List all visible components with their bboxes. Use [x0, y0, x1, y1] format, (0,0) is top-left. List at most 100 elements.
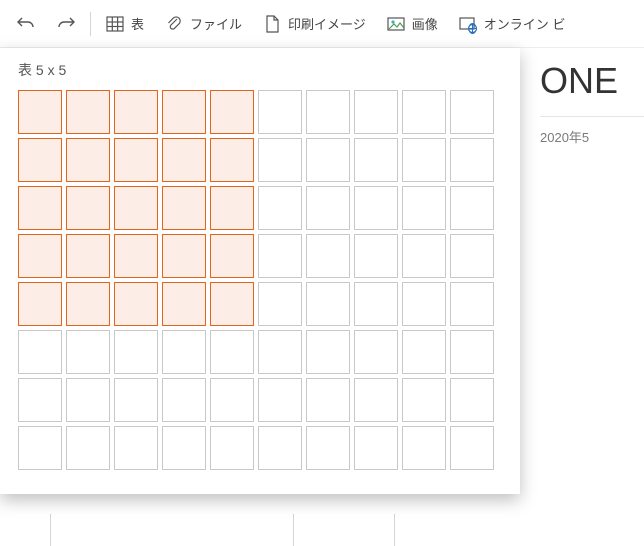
table-grid-cell[interactable]	[162, 138, 206, 182]
table-grid-cell[interactable]	[450, 330, 494, 374]
table-grid-cell[interactable]	[354, 234, 398, 278]
table-grid-cell[interactable]	[450, 138, 494, 182]
table-grid-cell[interactable]	[402, 90, 446, 134]
page-content: ONE 2020年5	[540, 60, 644, 146]
table-grid-cell[interactable]	[114, 234, 158, 278]
table-grid-cell[interactable]	[114, 378, 158, 422]
table-grid-cell[interactable]	[450, 282, 494, 326]
table-grid-cell[interactable]	[18, 186, 62, 230]
table-grid-cell[interactable]	[18, 426, 62, 470]
table-grid-cell[interactable]	[114, 138, 158, 182]
table-grid-cell[interactable]	[450, 234, 494, 278]
file-label: ファイル	[190, 14, 242, 33]
table-grid-cell[interactable]	[210, 90, 254, 134]
online-video-button[interactable]: オンライン ビ	[448, 8, 576, 40]
table-grid-cell[interactable]	[210, 330, 254, 374]
table-grid-cell[interactable]	[450, 186, 494, 230]
table-grid-cell[interactable]	[306, 138, 350, 182]
table-grid-cell[interactable]	[66, 234, 110, 278]
table-grid-cell[interactable]	[66, 90, 110, 134]
table-grid-cell[interactable]	[162, 186, 206, 230]
table-grid-cell[interactable]	[306, 282, 350, 326]
table-size-readout: 表 5 x 5	[0, 48, 520, 90]
table-grid-cell[interactable]	[402, 426, 446, 470]
table-grid-cell[interactable]	[306, 186, 350, 230]
table-grid-cell[interactable]	[114, 90, 158, 134]
table-grid-cell[interactable]	[402, 186, 446, 230]
table-grid-cell[interactable]	[402, 282, 446, 326]
table-grid-cell[interactable]	[402, 234, 446, 278]
table-grid-cell[interactable]	[354, 330, 398, 374]
table-grid-cell[interactable]	[450, 426, 494, 470]
table-grid-cell[interactable]	[114, 186, 158, 230]
table-grid-cell[interactable]	[258, 378, 302, 422]
table-icon	[105, 14, 125, 34]
table-grid-cell[interactable]	[66, 186, 110, 230]
table-grid-cell[interactable]	[258, 138, 302, 182]
table-grid-cell[interactable]	[306, 378, 350, 422]
file-button[interactable]: ファイル	[154, 8, 252, 40]
table-grid-cell[interactable]	[18, 282, 62, 326]
table-grid-cell[interactable]	[354, 90, 398, 134]
table-grid-cell[interactable]	[114, 330, 158, 374]
redo-button[interactable]	[46, 8, 86, 40]
table-grid-cell[interactable]	[210, 234, 254, 278]
table-grid-cell[interactable]	[18, 138, 62, 182]
image-button[interactable]: 画像	[376, 8, 448, 40]
table-grid-cell[interactable]	[258, 330, 302, 374]
table-size-grid[interactable]	[18, 90, 502, 470]
table-grid-cell[interactable]	[114, 282, 158, 326]
table-grid-cell[interactable]	[18, 330, 62, 374]
table-grid-cell[interactable]	[66, 426, 110, 470]
undo-icon	[16, 14, 36, 34]
table-grid-cell[interactable]	[354, 378, 398, 422]
table-grid-cell[interactable]	[66, 378, 110, 422]
table-grid-cell[interactable]	[210, 426, 254, 470]
table-grid-cell[interactable]	[258, 426, 302, 470]
table-grid-cell[interactable]	[258, 90, 302, 134]
table-grid-cell[interactable]	[162, 234, 206, 278]
table-grid-cell[interactable]	[354, 426, 398, 470]
online-video-label: オンライン ビ	[484, 14, 566, 33]
table-grid-cell[interactable]	[66, 282, 110, 326]
image-label: 画像	[412, 14, 438, 33]
page-title[interactable]: ONE	[540, 60, 644, 102]
table-grid-cell[interactable]	[258, 234, 302, 278]
table-grid-cell[interactable]	[306, 90, 350, 134]
table-grid-cell[interactable]	[306, 426, 350, 470]
table-grid-cell[interactable]	[450, 90, 494, 134]
table-grid-cell[interactable]	[18, 378, 62, 422]
table-grid-cell[interactable]	[210, 138, 254, 182]
table-grid-cell[interactable]	[354, 186, 398, 230]
table-grid-cell[interactable]	[450, 378, 494, 422]
print-preview-button[interactable]: 印刷イメージ	[252, 8, 376, 40]
table-grid-cell[interactable]	[306, 330, 350, 374]
table-grid-cell[interactable]	[210, 186, 254, 230]
table-grid-cell[interactable]	[162, 330, 206, 374]
image-icon	[386, 14, 406, 34]
table-grid-cell[interactable]	[258, 186, 302, 230]
table-grid-cell[interactable]	[402, 330, 446, 374]
table-grid-cell[interactable]	[162, 282, 206, 326]
table-grid-cell[interactable]	[210, 282, 254, 326]
table-grid-cell[interactable]	[162, 426, 206, 470]
undo-button[interactable]	[6, 8, 46, 40]
table-grid-cell[interactable]	[18, 234, 62, 278]
table-grid-cell[interactable]	[114, 426, 158, 470]
table-grid-cell[interactable]	[306, 234, 350, 278]
table-label: 表	[131, 14, 144, 33]
table-grid-cell[interactable]	[402, 138, 446, 182]
table-grid-cell[interactable]	[66, 138, 110, 182]
table-grid-cell[interactable]	[354, 138, 398, 182]
table-grid-cell[interactable]	[66, 330, 110, 374]
table-grid-cell[interactable]	[354, 282, 398, 326]
table-grid-cell[interactable]	[162, 90, 206, 134]
table-grid-cell[interactable]	[210, 378, 254, 422]
table-grid-cell[interactable]	[258, 282, 302, 326]
table-grid-cell[interactable]	[18, 90, 62, 134]
table-grid-cell[interactable]	[162, 378, 206, 422]
table-grid-cell[interactable]	[402, 378, 446, 422]
table-button[interactable]: 表	[95, 8, 154, 40]
page-date: 2020年5	[540, 116, 644, 146]
ribbon-toolbar: 表 ファイル 印刷イメージ 画像 オンライン ビ	[0, 0, 644, 48]
